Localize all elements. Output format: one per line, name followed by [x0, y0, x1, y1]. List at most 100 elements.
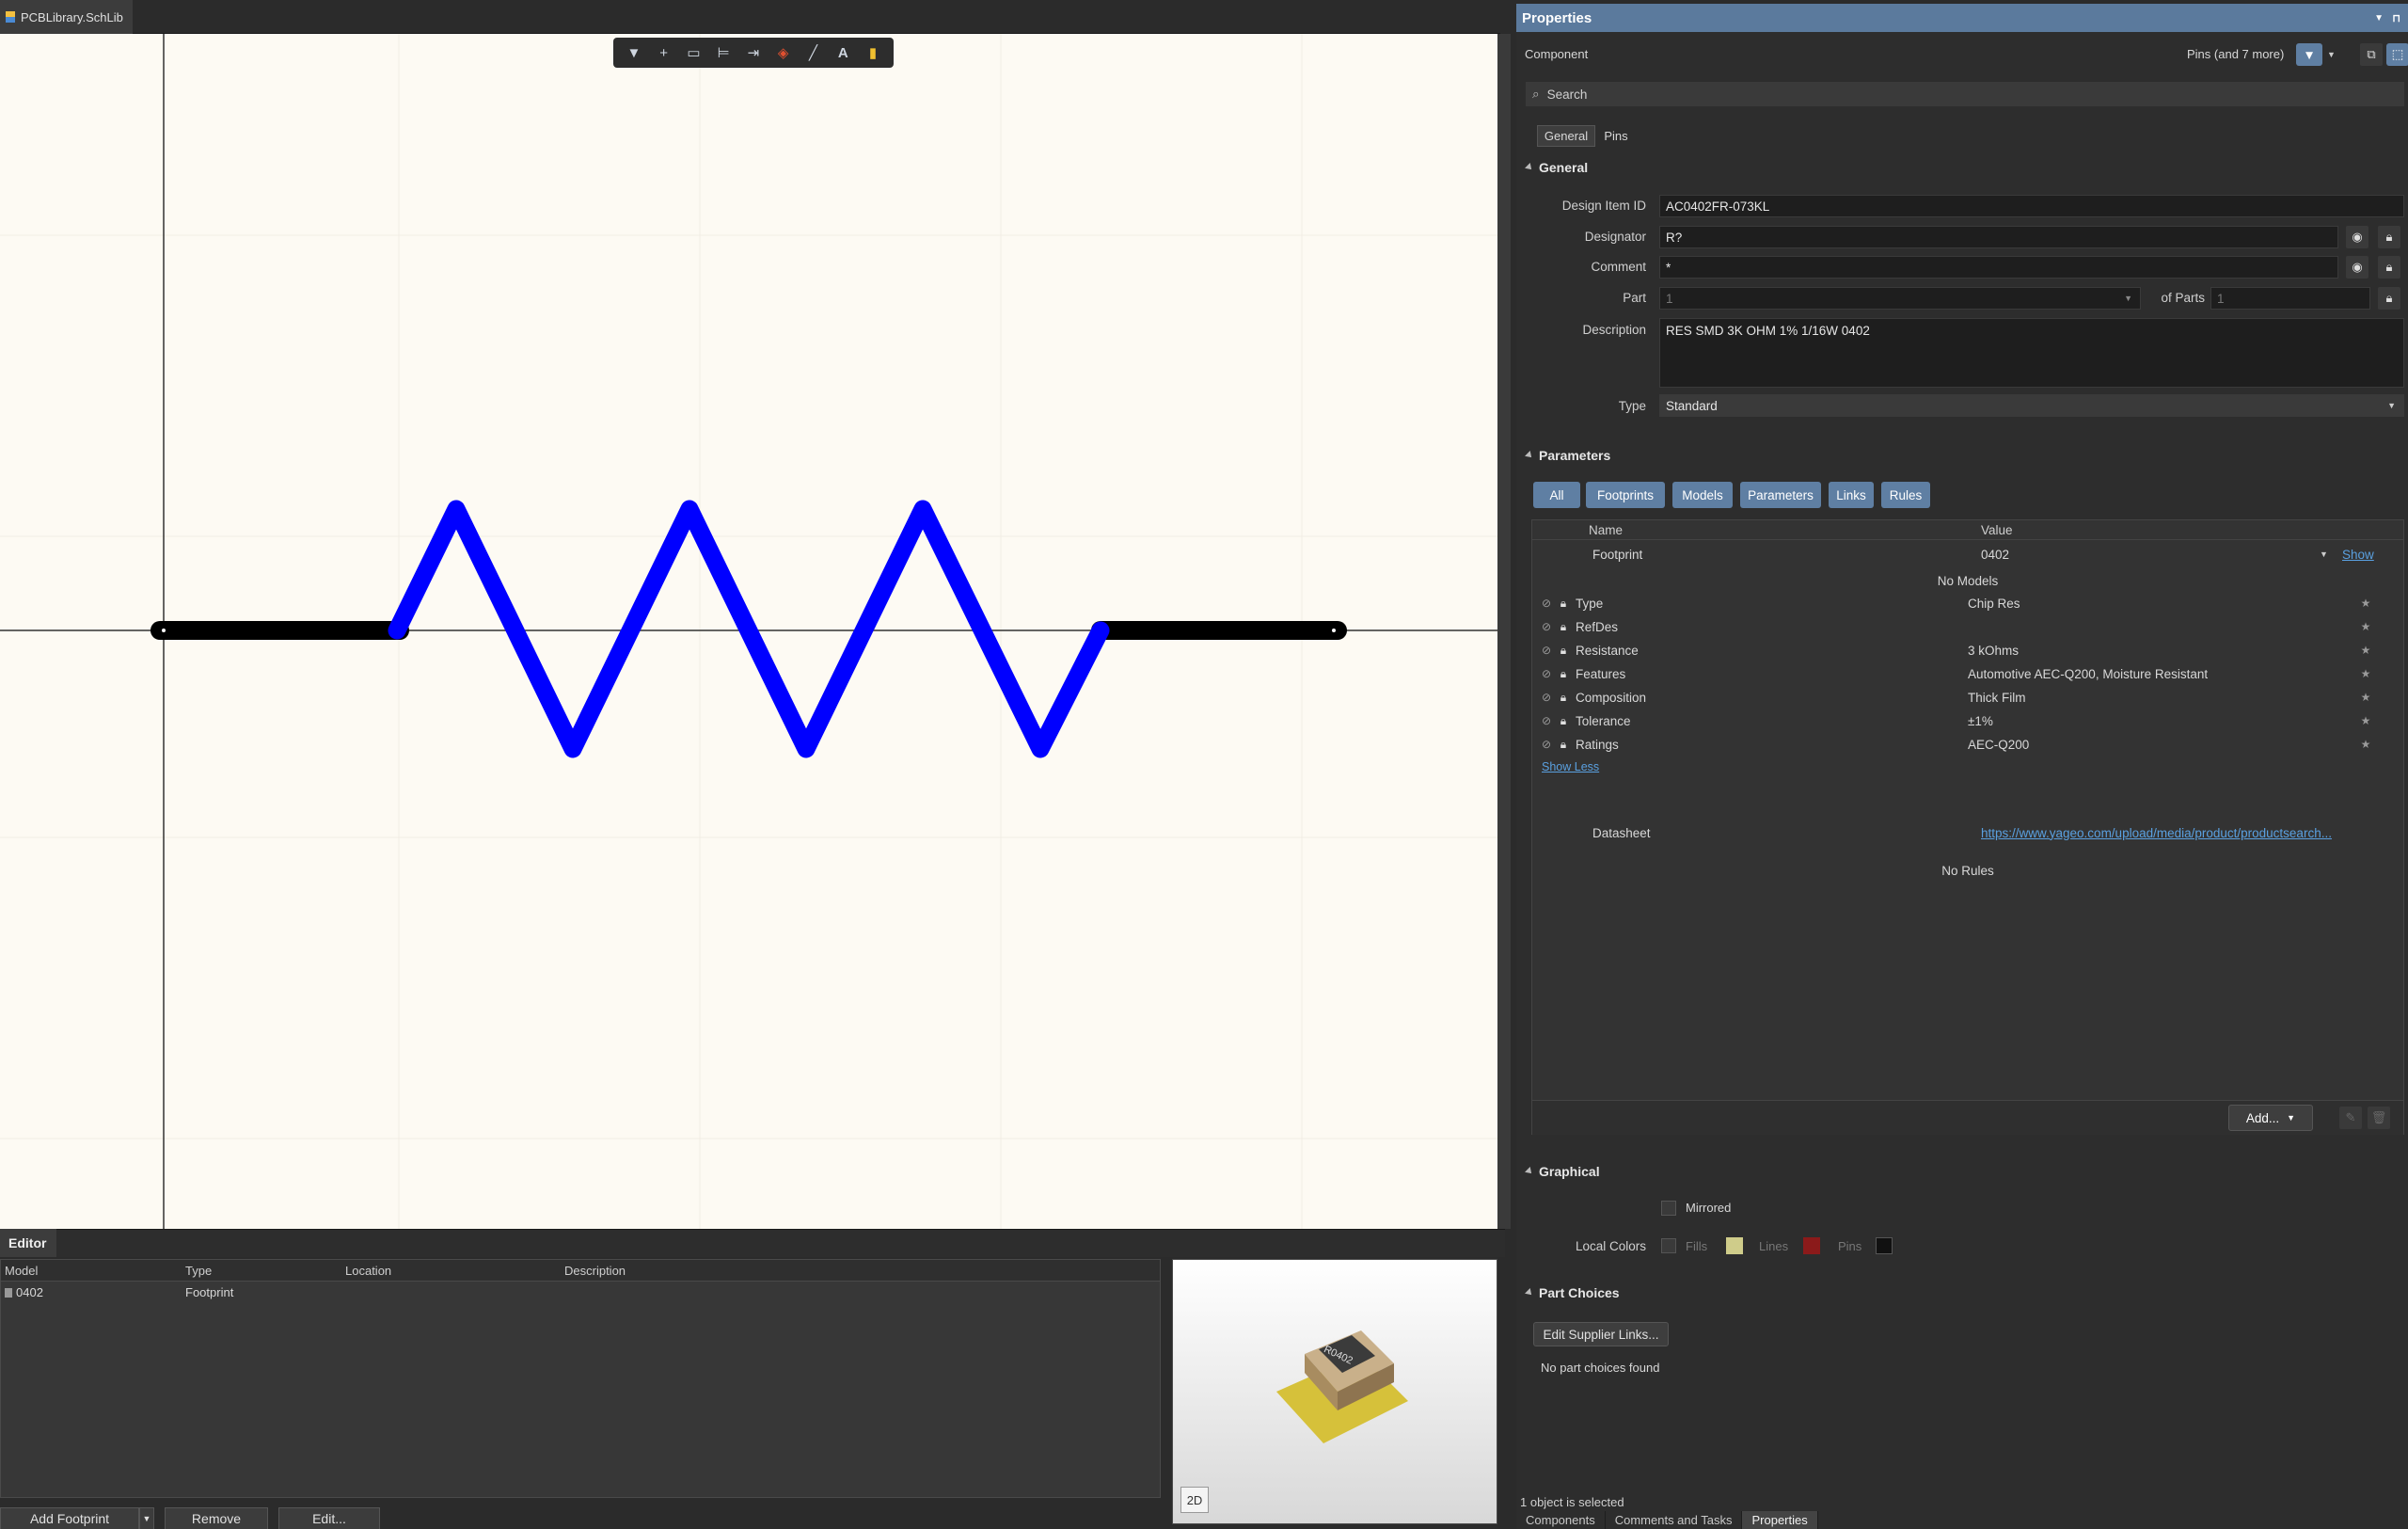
filter-rules-button[interactable]: Rules [1881, 482, 1930, 508]
line-icon[interactable]: ╱ [800, 40, 825, 65]
lock-icon[interactable]: 🔒︎ [2378, 287, 2400, 310]
parameter-row[interactable]: ⊘ 🔒︎ Features Automotive AEC-Q200, Moisture… [1532, 662, 2403, 685]
visibility-off-icon[interactable]: ⊘ [1538, 639, 1555, 661]
visibility-off-icon[interactable]: ⊘ [1538, 615, 1555, 638]
part-choices-section-header[interactable]: Part Choices [1525, 1285, 1620, 1300]
star-icon[interactable]: ★ [2357, 639, 2374, 661]
tab-pins[interactable]: Pins [1597, 125, 1635, 147]
align-icon[interactable]: ⊨ [711, 40, 736, 65]
column-value[interactable]: Value [1981, 523, 2403, 537]
lock-icon[interactable]: 🔒︎ [1555, 662, 1572, 685]
star-icon[interactable]: ★ [2357, 592, 2374, 614]
place-icon[interactable]: ◈ [771, 40, 796, 65]
add-footprint-dropdown[interactable]: ▼ [139, 1507, 154, 1529]
filter-links-button[interactable]: Links [1829, 482, 1874, 508]
edit-pencil-icon[interactable]: ✎ [2339, 1107, 2362, 1129]
filter-button[interactable]: ▼ [2296, 43, 2322, 66]
description-field[interactable]: RES SMD 3K OHM 1% 1/16W 0402 [1659, 318, 2404, 388]
lock-icon[interactable]: 🔒︎ [1555, 686, 1572, 709]
footprint-row[interactable]: Footprint 0402 ▼ Show [1532, 543, 2403, 565]
text-icon[interactable]: A [831, 40, 855, 65]
pins-color-swatch[interactable] [1876, 1237, 1893, 1254]
parameter-value[interactable]: AEC-Q200 [1968, 738, 2357, 752]
designator-field[interactable]: R? [1659, 226, 2338, 248]
column-type[interactable]: Type [182, 1264, 341, 1278]
star-icon[interactable]: ★ [2357, 733, 2374, 756]
schematic-canvas[interactable] [0, 34, 1497, 1229]
document-tab[interactable]: PCBLibrary.SchLib [0, 0, 133, 34]
visibility-eye-icon[interactable]: ◉ [2346, 256, 2368, 279]
datasheet-row[interactable]: Datasheet https://www.yageo.com/upload/m… [1532, 821, 2403, 844]
visibility-off-icon[interactable]: ⊘ [1538, 709, 1555, 732]
star-icon[interactable]: ★ [2357, 686, 2374, 709]
search-input[interactable]: Search [1547, 88, 1588, 102]
edit-supplier-links-button[interactable]: Edit Supplier Links... [1533, 1322, 1669, 1346]
visibility-eye-icon[interactable]: ◉ [2346, 226, 2368, 248]
lock-icon[interactable]: 🔒︎ [1555, 592, 1572, 614]
tab-comments-and-tasks[interactable]: Comments and Tasks [1606, 1511, 1743, 1529]
part-select[interactable]: 1 ▼ [1659, 287, 2141, 310]
select-rect-icon[interactable]: ▭ [681, 40, 705, 65]
parameter-value[interactable]: Thick Film [1968, 691, 2357, 705]
filter-all-button[interactable]: All [1533, 482, 1580, 508]
general-section-header[interactable]: General [1525, 160, 1588, 175]
parameter-row[interactable]: ⊘ 🔒︎ Ratings AEC-Q200 ★ [1532, 733, 2403, 756]
place-pin-icon[interactable]: ⇥ [741, 40, 766, 65]
parameter-value[interactable]: Automotive AEC-Q200, Moisture Resistant [1968, 667, 2357, 681]
tab-components[interactable]: Components [1516, 1511, 1606, 1529]
parameters-section-header[interactable]: Parameters [1525, 448, 1610, 463]
table-row[interactable]: 0402 Footprint [1, 1282, 1160, 1302]
lock-icon[interactable]: 🔒︎ [1555, 709, 1572, 732]
visibility-off-icon[interactable]: ⊘ [1538, 592, 1555, 614]
parameter-row[interactable]: ⊘ 🔒︎ Composition Thick Film ★ [1532, 686, 2403, 709]
parameter-row[interactable]: ⊘ 🔒︎ Type Chip Res ★ [1532, 592, 2403, 614]
delete-icon[interactable]: 🗑︎ [2368, 1107, 2390, 1129]
parameter-value[interactable]: Chip Res [1968, 597, 2357, 611]
star-icon[interactable]: ★ [2357, 615, 2374, 638]
comment-field[interactable]: * [1659, 256, 2338, 279]
filter-icon[interactable]: ▼ [622, 40, 646, 65]
local-colors-checkbox[interactable] [1661, 1238, 1676, 1253]
editor-tab[interactable]: Editor [0, 1229, 56, 1257]
view-2d-button[interactable]: 2D [1180, 1487, 1209, 1513]
star-icon[interactable]: ★ [2357, 662, 2374, 685]
lock-icon[interactable]: 🔒︎ [1555, 639, 1572, 661]
visibility-off-icon[interactable]: ⊘ [1538, 662, 1555, 685]
filter-models-button[interactable]: Models [1672, 482, 1733, 508]
mirrored-checkbox[interactable] [1661, 1201, 1676, 1216]
type-select[interactable]: Standard ▼ [1659, 394, 2404, 417]
add-icon[interactable]: + [652, 40, 676, 65]
select-mode-icon[interactable]: ⬚ [2386, 43, 2408, 66]
design-item-id-field[interactable]: AC0402FR-073KL [1659, 195, 2404, 217]
filter-parameters-button[interactable]: Parameters [1740, 482, 1821, 508]
edit-button[interactable]: Edit... [278, 1507, 380, 1529]
lock-icon[interactable]: 🔒︎ [2378, 226, 2400, 248]
color-icon[interactable]: ▮ [861, 40, 885, 65]
parameter-value[interactable]: 3 kOhms [1968, 644, 2357, 658]
column-model[interactable]: Model [1, 1264, 182, 1278]
lock-icon[interactable]: 🔒︎ [1555, 733, 1572, 756]
tab-general[interactable]: General [1537, 125, 1595, 147]
parameter-row[interactable]: ⊘ 🔒︎ Tolerance ±1% ★ [1532, 709, 2403, 732]
lock-icon[interactable]: 🔒︎ [2378, 256, 2400, 279]
fills-color-swatch[interactable] [1726, 1237, 1743, 1254]
column-location[interactable]: Location [341, 1264, 561, 1278]
lines-color-swatch[interactable] [1803, 1237, 1820, 1254]
chevron-down-icon[interactable]: ▼ [2320, 549, 2342, 559]
filter-footprints-button[interactable]: Footprints [1586, 482, 1665, 508]
add-footprint-button[interactable]: Add Footprint [0, 1507, 139, 1529]
remove-button[interactable]: Remove [165, 1507, 268, 1529]
datasheet-link[interactable]: https://www.yageo.com/upload/media/produ… [1981, 826, 2332, 840]
parameter-value[interactable]: ±1% [1968, 714, 2357, 728]
panel-menu-icon[interactable]: ▼ [2374, 13, 2384, 24]
parameter-row[interactable]: ⊘ 🔒︎ Resistance 3 kOhms ★ [1532, 639, 2403, 661]
pin-panel-icon[interactable]: ⊓ [2392, 12, 2400, 24]
footprint-show-link[interactable]: Show [2342, 548, 2374, 562]
search-box[interactable]: ⌕ Search [1526, 82, 2404, 106]
column-name[interactable]: Name [1589, 523, 1981, 537]
copy-icon[interactable]: ⧉ [2360, 43, 2383, 66]
parameter-row[interactable]: ⊘ 🔒︎ RefDes ★ [1532, 615, 2403, 638]
graphical-section-header[interactable]: Graphical [1525, 1164, 1600, 1179]
show-less-link[interactable]: Show Less [1542, 756, 1599, 778]
model-preview[interactable]: R0402 [1172, 1259, 1497, 1524]
